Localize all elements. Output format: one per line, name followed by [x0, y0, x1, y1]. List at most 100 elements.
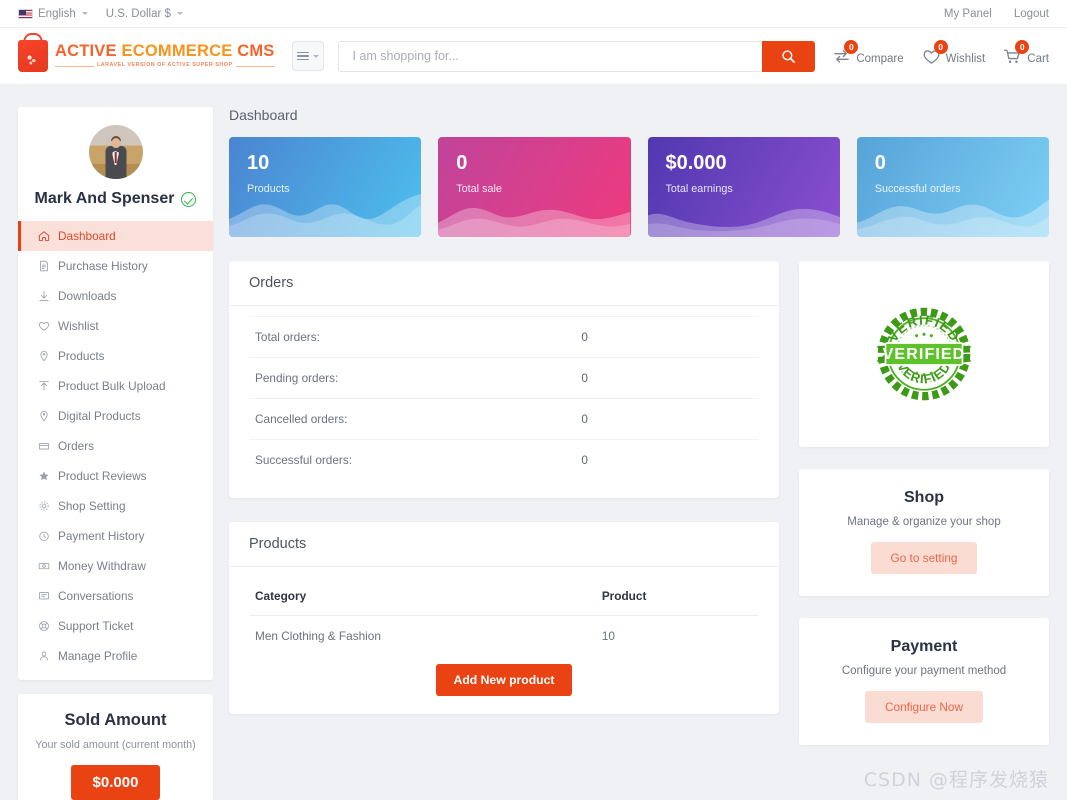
- home-icon: [37, 230, 50, 243]
- profile-block: Mark And Spenser: [18, 107, 213, 216]
- table-row: Successful orders: 0: [249, 440, 759, 481]
- table-row: Pending orders: 0: [249, 358, 759, 399]
- sidebar-item-label: Wishlist: [58, 319, 99, 333]
- logo-word-active: ACTIVE: [55, 42, 117, 61]
- sold-amount-card: Sold Amount Your sold amount (current mo…: [18, 694, 213, 800]
- sidebar-item-dashboard[interactable]: Dashboard: [18, 221, 213, 251]
- money-icon: [37, 560, 50, 573]
- sidebar-item-orders[interactable]: Orders: [18, 431, 213, 461]
- products-table: Category Product Men Clothing & Fashion …: [249, 577, 759, 656]
- table-row: Total orders: 0: [249, 316, 759, 358]
- profile-name-row: Mark And Spenser: [28, 190, 203, 208]
- currency-selector[interactable]: U.S. Dollar $: [106, 8, 183, 20]
- sidebar-item-wishlist[interactable]: Wishlist: [18, 311, 213, 341]
- sidebar-item-purchase-history[interactable]: Purchase History: [18, 251, 213, 281]
- stat-label: Successful orders: [874, 183, 961, 195]
- site-logo[interactable]: ACTIVE ECOMMERCE CMS LARAVEL VERSION OF …: [18, 40, 274, 72]
- shopping-bag-icon: [18, 40, 48, 72]
- gear-icon: [37, 500, 50, 513]
- orders-table: Total orders: 0 Pending orders: 0 Cancel…: [249, 316, 759, 480]
- go-to-setting-button[interactable]: Go to setting: [870, 542, 978, 574]
- search-icon: [782, 49, 796, 63]
- compare-count-badge: 0: [844, 40, 859, 54]
- sidebar-item-shop-setting[interactable]: Shop Setting: [18, 491, 213, 521]
- profile-name: Mark And Spenser: [34, 190, 175, 207]
- products-card-body: Category Product Men Clothing & Fashion …: [229, 567, 779, 714]
- logout-link[interactable]: Logout: [1014, 8, 1049, 20]
- wishlist-action[interactable]: Wishlist 0: [921, 40, 985, 66]
- sold-amount-value-button[interactable]: $0.000: [70, 765, 161, 800]
- cart-action[interactable]: Cart 0: [1002, 40, 1049, 66]
- orders-card-title: Orders: [229, 261, 779, 306]
- row-value: 0: [581, 453, 588, 467]
- chevron-down-icon: [313, 54, 320, 58]
- top-bar-left: English U.S. Dollar $: [18, 8, 183, 20]
- my-panel-link[interactable]: My Panel: [944, 8, 992, 20]
- svg-text:VERIFIED: VERIFIED: [885, 312, 963, 344]
- sidebar-item-product-reviews[interactable]: Product Reviews: [18, 461, 213, 491]
- user-icon: [37, 650, 50, 663]
- sold-amount-subtitle: Your sold amount (current month): [35, 739, 196, 751]
- table-row: Cancelled orders: 0: [249, 399, 759, 440]
- sidebar-menu: Dashboard Purchase History Downloads Wis…: [18, 216, 213, 680]
- products-table-head: Category Product: [249, 577, 759, 616]
- sidebar-item-products[interactable]: Products: [18, 341, 213, 371]
- stat-label: Total sale: [456, 183, 502, 195]
- row-label: Cancelled orders:: [255, 412, 348, 426]
- sidebar: Mark And Spenser Dashboard Purchase Hist…: [18, 107, 213, 800]
- products-card: Products Category Product Men Clothing &…: [229, 522, 779, 714]
- cell-product-count: 10: [601, 629, 615, 643]
- sidebar-item-label: Manage Profile: [58, 649, 138, 663]
- wishlist-count-badge: 0: [933, 40, 948, 54]
- add-new-product-button[interactable]: Add New product: [435, 664, 573, 696]
- svg-text:VERIFIED: VERIFIED: [883, 345, 966, 363]
- main-left-column: Orders Total orders: 0 Pending orders: 0: [229, 261, 779, 767]
- top-bar-right: My Panel Logout: [944, 8, 1049, 20]
- payment-promo-subtitle: Configure your payment method: [841, 665, 1007, 677]
- heart-icon: [37, 320, 50, 333]
- table-row: Men Clothing & Fashion 10: [249, 616, 759, 657]
- row-label: Total orders:: [255, 330, 320, 344]
- sidebar-item-label: Payment History: [58, 529, 145, 543]
- stat-card-products[interactable]: 10 Products: [229, 137, 422, 237]
- table-header-row: Category Product: [249, 577, 759, 616]
- row-value: 0: [581, 412, 588, 426]
- sidebar-item-conversations[interactable]: Conversations: [18, 581, 213, 611]
- sidebar-item-money-withdraw[interactable]: Money Withdraw: [18, 551, 213, 581]
- compare-action[interactable]: Compare 0: [831, 40, 904, 66]
- sidebar-item-label: Dashboard: [58, 229, 116, 243]
- search-button[interactable]: [762, 40, 816, 72]
- sidebar-item-product-bulk-upload[interactable]: Product Bulk Upload: [18, 371, 213, 401]
- upload-icon: [37, 380, 50, 393]
- header-actions: Compare 0 Wishlist 0 Cart 0: [815, 40, 1049, 66]
- sidebar-item-downloads[interactable]: Downloads: [18, 281, 213, 311]
- sidebar-item-label: Purchase History: [58, 259, 148, 273]
- sidebar-item-digital-products[interactable]: Digital Products: [18, 401, 213, 431]
- configure-now-button[interactable]: Configure Now: [864, 691, 984, 723]
- chevron-down-icon: [176, 12, 183, 15]
- tag-icon: [37, 350, 50, 363]
- box-icon: [37, 440, 50, 453]
- column-header-product: Product: [595, 577, 759, 616]
- stat-card-successful-orders[interactable]: 0 Successful orders: [856, 137, 1049, 237]
- category-menu-button[interactable]: [292, 41, 325, 71]
- avatar: [88, 125, 143, 179]
- sidebar-item-label: Shop Setting: [58, 499, 126, 513]
- orders-card: Orders Total orders: 0 Pending orders: 0: [229, 261, 779, 498]
- sidebar-item-payment-history[interactable]: Payment History: [18, 521, 213, 551]
- stat-value: $0.000: [665, 152, 727, 174]
- lifebuoy-icon: [37, 620, 50, 633]
- sidebar-item-label: Support Ticket: [58, 619, 134, 633]
- sidebar-item-support-ticket[interactable]: Support Ticket: [18, 611, 213, 641]
- stat-card-total-sale[interactable]: 0 Total sale: [438, 137, 631, 237]
- column-header-category: Category: [249, 577, 596, 616]
- search-input[interactable]: [338, 40, 763, 72]
- language-selector[interactable]: English: [18, 8, 88, 20]
- tag-icon: [37, 410, 50, 423]
- sidebar-item-manage-profile[interactable]: Manage Profile: [18, 641, 213, 671]
- shop-promo-card: Shop Manage & organize your shop Go to s…: [799, 469, 1049, 596]
- site-header: ACTIVE ECOMMERCE CMS LARAVEL VERSION OF …: [0, 28, 1067, 85]
- download-icon: [37, 290, 50, 303]
- stat-card-total-earnings[interactable]: $0.000 Total earnings: [647, 137, 840, 237]
- shop-promo-title: Shop: [904, 489, 944, 506]
